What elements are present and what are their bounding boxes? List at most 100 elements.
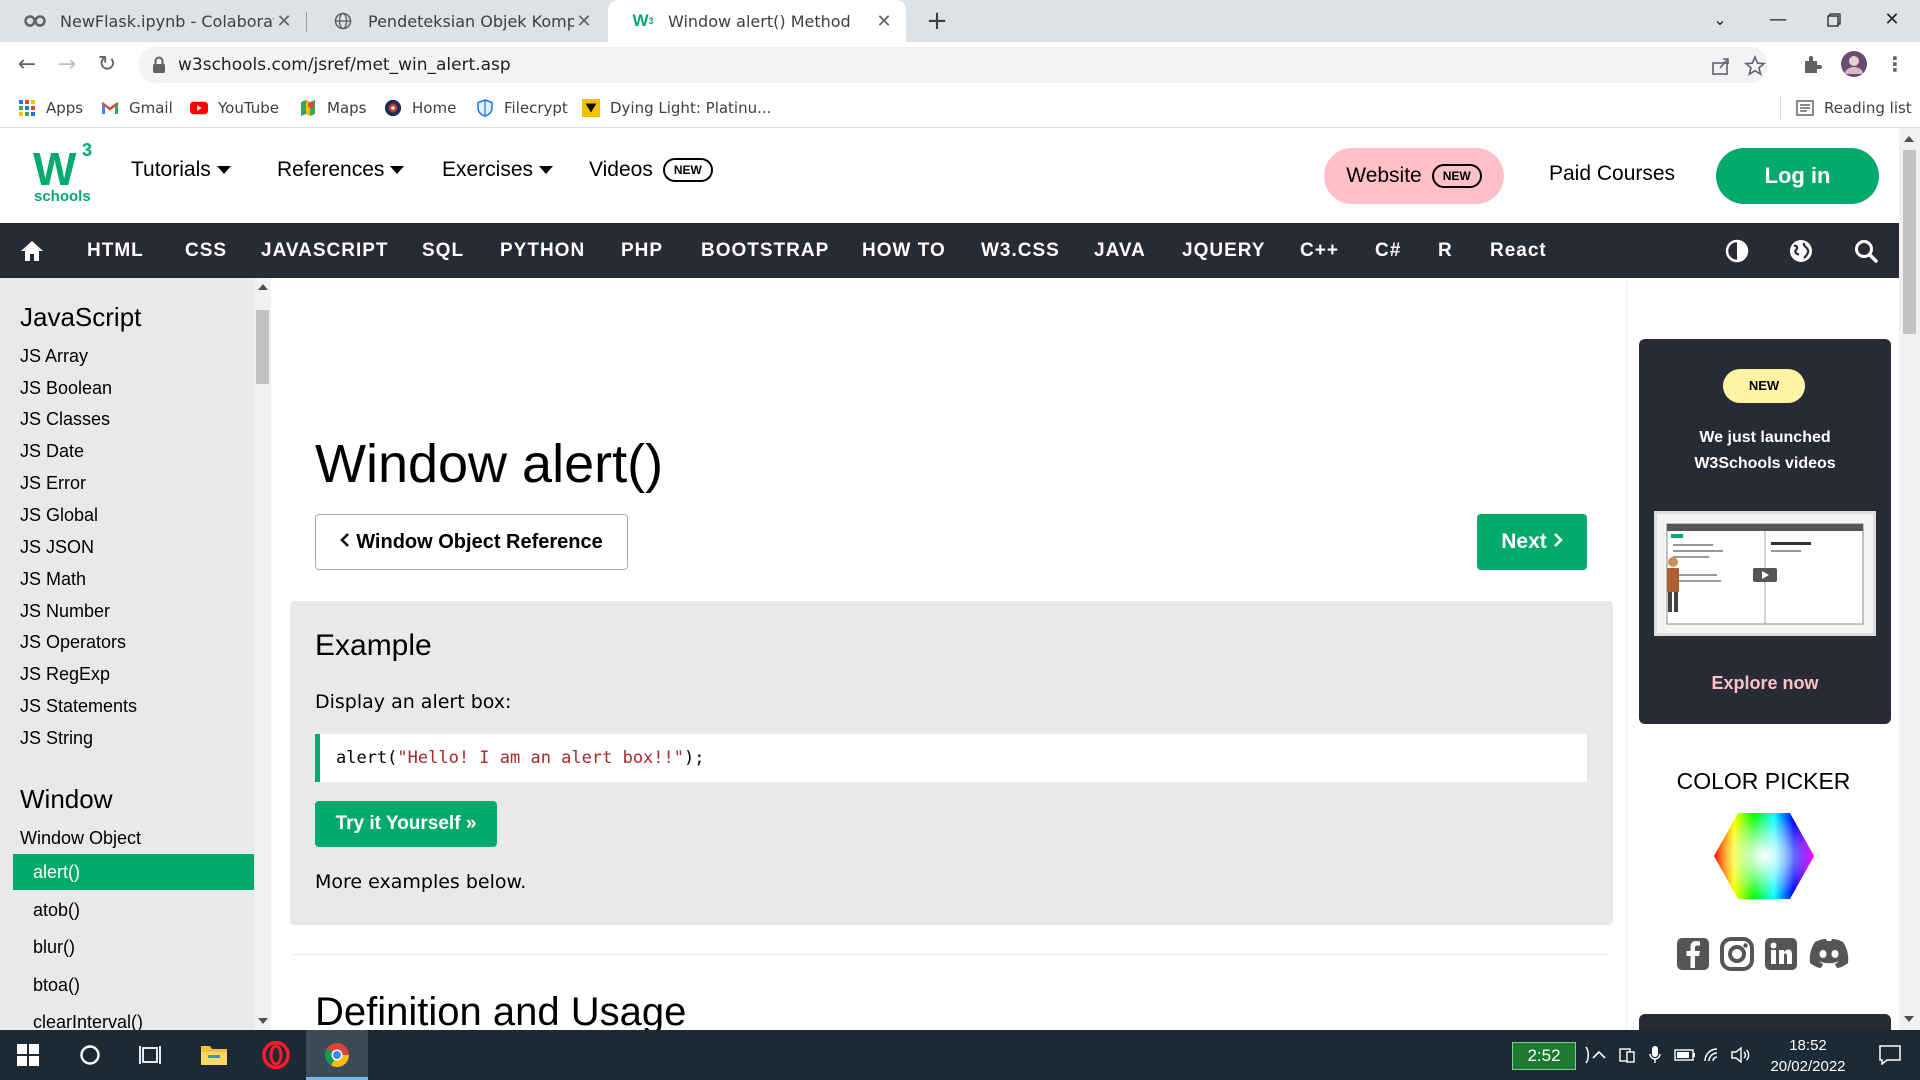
exercises-menu[interactable]: Exercises — [442, 158, 554, 182]
windows-start-icon[interactable] — [0, 1030, 56, 1080]
prev-reference-button[interactable]: Window Object Reference — [315, 514, 628, 570]
sidebar-item[interactable]: JS Date — [20, 441, 84, 462]
sidebar-item[interactable]: JS Global — [20, 505, 98, 526]
search-icon[interactable] — [1852, 237, 1880, 265]
sidebar-item[interactable]: blur() — [33, 937, 75, 958]
maximize-button[interactable] — [1806, 0, 1862, 42]
battery-icon[interactable] — [1672, 1030, 1698, 1080]
chevron-up-icon[interactable] — [1586, 1030, 1612, 1080]
next-button[interactable]: Next — [1477, 514, 1587, 570]
nav-java[interactable]: JAVA — [1094, 223, 1146, 278]
sidebar-item[interactable]: JS Classes — [20, 409, 110, 430]
sidebar-item[interactable]: JS String — [20, 728, 93, 749]
bookmark-home[interactable]: Home — [384, 88, 456, 128]
color-picker-hexagon[interactable] — [1712, 811, 1816, 905]
tab-search-chevron-icon[interactable]: ⌄ — [1692, 0, 1748, 42]
scroll-up-arrow-icon[interactable] — [1904, 136, 1914, 142]
nav-cpp[interactable]: C++ — [1300, 223, 1339, 278]
sidebar-item[interactable]: atob() — [33, 900, 80, 921]
sidebar-item[interactable]: JS Number — [20, 601, 110, 622]
minimize-button[interactable]: — — [1750, 0, 1806, 42]
nav-r[interactable]: R — [1438, 223, 1453, 278]
file-explorer-icon[interactable] — [186, 1030, 242, 1080]
chrome-icon[interactable] — [309, 1030, 365, 1080]
nav-html[interactable]: HTML — [87, 223, 144, 278]
discord-icon[interactable] — [1807, 936, 1851, 972]
nav-bootstrap[interactable]: BOOTSTRAP — [701, 223, 829, 278]
bookmark-gmail[interactable]: Gmail — [101, 88, 173, 128]
page-scroll-thumb[interactable] — [1903, 150, 1916, 334]
nav-w3css[interactable]: W3.CSS — [981, 223, 1060, 278]
instagram-icon[interactable] — [1719, 936, 1755, 972]
browser-tab-active[interactable]: W3 Window alert() Method ✕ — [608, 0, 906, 42]
nav-react[interactable]: React — [1490, 223, 1547, 278]
sidebar-item[interactable]: JS Math — [20, 569, 86, 590]
browser-tab[interactable]: NewFlask.ipynb - Colaboratory ✕ — [0, 0, 306, 42]
sidebar-item[interactable]: JS Error — [20, 473, 86, 494]
extensions-puzzle-icon[interactable] — [1797, 49, 1827, 79]
task-view-icon[interactable] — [122, 1030, 178, 1080]
linkedin-icon[interactable] — [1763, 936, 1799, 972]
menu-kebab-icon[interactable]: ⋮ — [1880, 49, 1910, 79]
nav-python[interactable]: PYTHON — [500, 223, 585, 278]
opera-icon[interactable] — [248, 1030, 304, 1080]
home-icon[interactable] — [18, 237, 46, 265]
explore-now-link[interactable]: Explore now — [1639, 673, 1891, 694]
nav-sql[interactable]: SQL — [422, 223, 464, 278]
sidebar-item[interactable]: btoa() — [33, 975, 80, 996]
system-clock[interactable]: 18:52 20/02/2022 — [1753, 1035, 1863, 1077]
share-icon[interactable] — [1710, 55, 1732, 77]
bookmark-youtube[interactable]: YouTube — [190, 88, 279, 128]
sidebar-item[interactable]: JS RegExp — [20, 664, 110, 685]
back-arrow-icon[interactable]: ← — [12, 50, 42, 80]
search-circle-icon[interactable] — [62, 1030, 118, 1080]
sidebar-scrollbar[interactable] — [254, 278, 271, 1030]
try-it-yourself-button[interactable]: Try it Yourself » — [315, 801, 497, 847]
scroll-up-arrow-icon[interactable] — [258, 284, 268, 290]
browser-tab[interactable]: Pendeteksian Objek Komponen P ✕ — [308, 0, 606, 42]
battery-time-widget[interactable]: 2:52 — [1512, 1042, 1576, 1070]
device-icon[interactable] — [1614, 1030, 1640, 1080]
microphone-icon[interactable] — [1642, 1030, 1668, 1080]
videos-link[interactable]: Videos NEW — [589, 158, 713, 182]
nav-javascript[interactable]: JAVASCRIPT — [261, 223, 389, 278]
profile-avatar[interactable] — [1839, 49, 1869, 79]
sidebar-item[interactable]: Window Object — [20, 828, 141, 849]
bookmark-star-icon[interactable] — [1743, 54, 1767, 77]
sidebar-scroll-thumb[interactable] — [256, 310, 269, 384]
bookmark-maps[interactable]: Maps — [299, 88, 366, 128]
address-bar[interactable]: w3schools.com/jsref/met_win_alert.asp — [138, 47, 1768, 83]
nav-php[interactable]: PHP — [621, 223, 663, 278]
tutorials-menu[interactable]: Tutorials — [131, 158, 231, 182]
sidebar-item[interactable]: clearInterval() — [33, 1012, 143, 1030]
new-tab-button[interactable]: + — [922, 6, 952, 36]
forward-arrow-icon[interactable]: → — [52, 50, 82, 80]
nav-how-to[interactable]: HOW TO — [862, 223, 946, 278]
bookmark-dying-light[interactable]: Dying Light: Platinu... — [582, 88, 771, 128]
scroll-down-arrow-icon[interactable] — [258, 1018, 268, 1024]
website-button[interactable]: Website NEW — [1324, 148, 1504, 204]
volume-icon[interactable] — [1728, 1030, 1754, 1080]
w3schools-logo[interactable]: W 3 schools — [30, 140, 100, 206]
nav-jquery[interactable]: JQUERY — [1182, 223, 1265, 278]
nav-css[interactable]: CSS — [185, 223, 227, 278]
reading-list-button[interactable]: Reading list — [1796, 88, 1912, 128]
scroll-down-arrow-icon[interactable] — [1904, 1016, 1914, 1022]
globe-icon[interactable] — [1787, 237, 1815, 265]
reload-icon[interactable]: ↻ — [92, 50, 122, 80]
page-scrollbar[interactable] — [1899, 128, 1920, 1030]
close-tab-icon[interactable]: ✕ — [274, 11, 294, 32]
close-window-button[interactable]: ✕ — [1864, 0, 1920, 42]
sidebar-item[interactable]: JS JSON — [20, 537, 94, 558]
sidebar-item[interactable]: JS Array — [20, 346, 88, 367]
sidebar-item[interactable]: JS Operators — [20, 632, 126, 653]
sidebar-item-selected-label[interactable]: alert() — [33, 862, 80, 883]
bookmark-apps[interactable]: Apps — [18, 88, 83, 128]
bookmark-filecrypt[interactable]: Filecrypt — [476, 88, 568, 128]
notification-icon[interactable] — [1862, 1030, 1918, 1080]
wifi-icon[interactable] — [1700, 1030, 1726, 1080]
sidebar-item[interactable]: JS Statements — [20, 696, 137, 717]
facebook-icon[interactable] — [1675, 936, 1711, 972]
close-tab-icon[interactable]: ✕ — [574, 11, 594, 32]
contrast-icon[interactable] — [1723, 237, 1751, 265]
